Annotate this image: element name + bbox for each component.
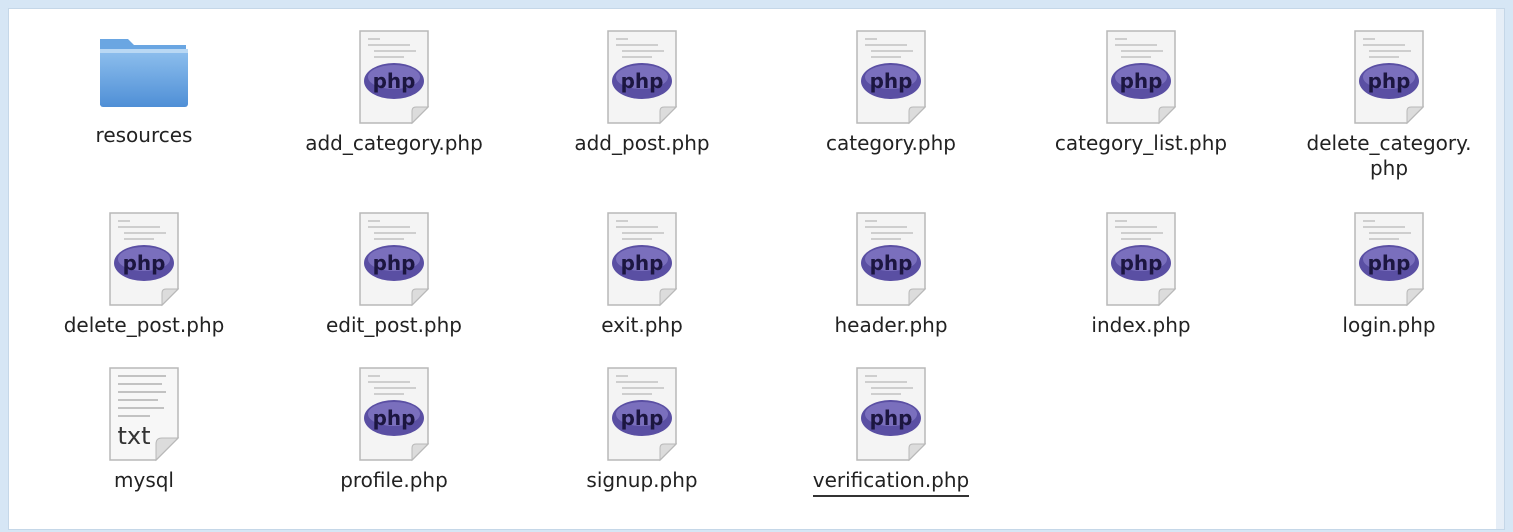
svg-text:php: php [1120, 251, 1163, 275]
php-file-icon: php [607, 367, 678, 462]
file-item[interactable]: php delete_category. php [1274, 29, 1504, 181]
php-file-icon: php [1106, 212, 1177, 307]
file-item[interactable]: php signup.php [527, 366, 757, 493]
file-item[interactable]: php login.php [1274, 211, 1504, 338]
svg-text:txt: txt [117, 422, 150, 450]
folder-icon [100, 39, 188, 107]
file-name-label: edit_post.php [325, 313, 462, 337]
svg-text:php: php [870, 251, 913, 275]
file-name-label: login.php [1342, 313, 1436, 337]
svg-text:php: php [1120, 69, 1163, 93]
file-item[interactable]: php edit_post.php [279, 211, 509, 338]
file-item[interactable]: php category_list.php [1026, 29, 1256, 156]
php-file-icon: php [1354, 212, 1425, 307]
file-item[interactable]: php add_category.php [279, 29, 509, 156]
file-item[interactable]: txt mysql [29, 366, 259, 493]
svg-text:php: php [373, 251, 416, 275]
svg-text:php: php [1368, 69, 1411, 93]
file-name-label: add_category.php [305, 131, 483, 155]
php-file-icon: php [607, 212, 678, 307]
file-name-label: mysql [114, 468, 174, 492]
svg-text:php: php [870, 406, 913, 430]
file-name-label: exit.php [601, 313, 683, 337]
svg-text:php: php [373, 406, 416, 430]
scrollbar-edge[interactable] [1496, 9, 1504, 529]
file-name-label: delete_category. php [1306, 131, 1472, 180]
php-file-icon: php [1106, 30, 1177, 125]
file-name-label: category_list.php [1054, 131, 1228, 155]
text-file-icon: txt [109, 367, 180, 462]
svg-text:php: php [621, 251, 664, 275]
file-item[interactable]: php header.php [776, 211, 1006, 338]
file-name-label: profile.php [340, 468, 448, 492]
php-file-icon: php [109, 212, 180, 307]
file-item[interactable]: php add_post.php [527, 29, 757, 156]
svg-text:php: php [373, 69, 416, 93]
file-name-label: add_post.php [574, 131, 710, 155]
php-file-icon: php [359, 212, 430, 307]
file-item[interactable]: php exit.php [527, 211, 757, 338]
file-item[interactable]: php profile.php [279, 366, 509, 493]
file-name-label: verification.php [812, 468, 970, 497]
file-name-label: resources [95, 123, 193, 147]
file-browser-view: resources php add_category.php php add_p… [8, 8, 1505, 530]
file-item[interactable]: php delete_post.php [29, 211, 259, 338]
php-file-icon: php [359, 367, 430, 462]
file-item[interactable]: php index.php [1026, 211, 1256, 338]
svg-text:php: php [621, 406, 664, 430]
file-item[interactable]: resources [29, 29, 259, 148]
file-name-label: header.php [834, 313, 948, 337]
php-file-icon: php [856, 212, 927, 307]
svg-text:php: php [1368, 251, 1411, 275]
file-name-label: category.php [826, 131, 956, 155]
php-file-icon: php [359, 30, 430, 125]
php-file-icon: php [856, 30, 927, 125]
file-item[interactable]: php verification.php [776, 366, 1006, 497]
file-name-label: index.php [1091, 313, 1191, 337]
php-file-icon: php [856, 367, 927, 462]
php-file-icon: php [607, 30, 678, 125]
svg-text:php: php [621, 69, 664, 93]
php-file-icon: php [1354, 30, 1425, 125]
file-name-label: delete_post.php [63, 313, 225, 337]
file-name-label: signup.php [586, 468, 698, 492]
svg-text:php: php [123, 251, 166, 275]
svg-text:php: php [870, 69, 913, 93]
file-item[interactable]: php category.php [776, 29, 1006, 156]
